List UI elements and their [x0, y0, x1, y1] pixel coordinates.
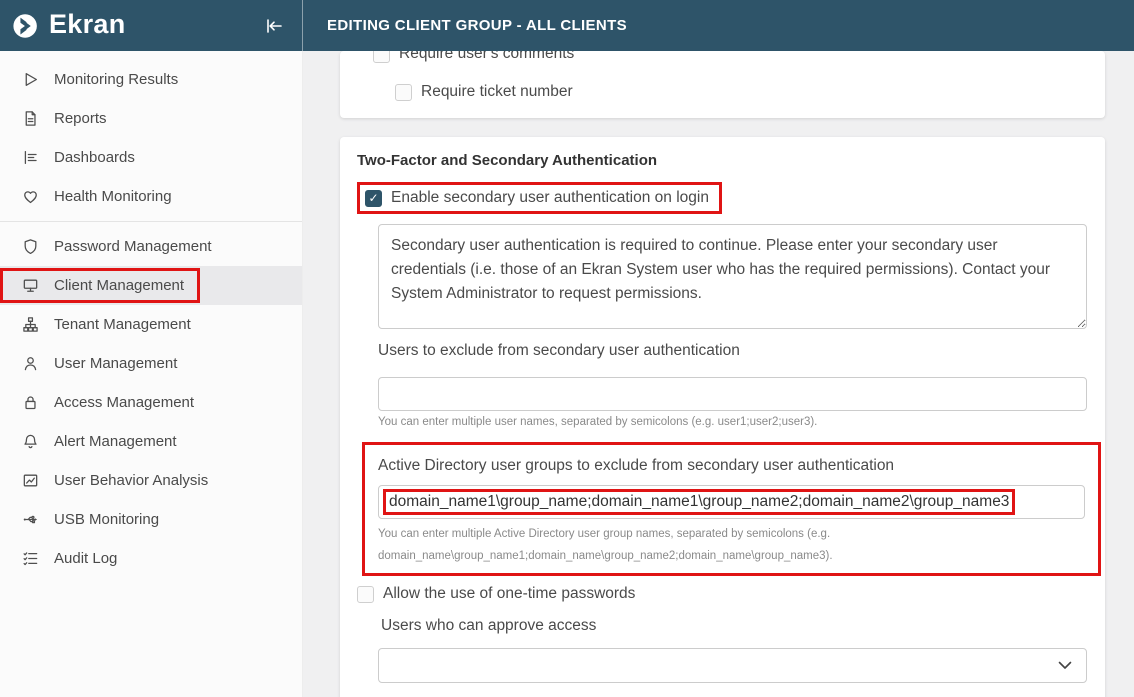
sidebar-item-label: Audit Log: [54, 550, 117, 567]
one-time-passwords-row: Allow the use of one-time passwords: [357, 585, 1087, 603]
one-time-passwords-checkbox[interactable]: [357, 586, 374, 603]
sidebar-item-label: Health Monitoring: [54, 188, 172, 205]
sidebar-item-usb-monitoring[interactable]: USB Monitoring: [0, 500, 302, 539]
ekran-app: Ekran EDITING CLIENT GROUP - ALL CLIENTS…: [0, 0, 1134, 697]
sidebar: Monitoring Results Reports Dashboards He…: [0, 51, 303, 697]
section-title: Two-Factor and Secondary Authentication: [357, 152, 1087, 169]
sidebar-divider: [0, 221, 302, 222]
sidebar-item-reports[interactable]: Reports: [0, 99, 302, 138]
sidebar-item-dashboards[interactable]: Dashboards: [0, 138, 302, 177]
sidebar-header: Ekran: [0, 0, 303, 51]
require-comments-checkbox[interactable]: [373, 51, 390, 63]
users-exclude-input[interactable]: [378, 377, 1087, 411]
approve-access-select[interactable]: [378, 648, 1087, 683]
ekran-logo[interactable]: Ekran: [12, 11, 126, 41]
sidebar-item-label: User Management: [54, 355, 177, 372]
ekran-logo-icon: [12, 11, 42, 41]
lock-icon: [21, 394, 39, 412]
dashboard-icon: [21, 149, 39, 167]
sidebar-item-label: Monitoring Results: [54, 71, 178, 88]
report-icon: [21, 110, 39, 128]
secondary-auth-message-textarea[interactable]: Secondary user authentication is require…: [378, 224, 1087, 329]
sidebar-item-label: User Behavior Analysis: [54, 472, 208, 489]
require-comments-row: Require user's comments: [373, 51, 1085, 63]
enable-secondary-auth-checkbox[interactable]: [365, 190, 382, 207]
audit-log-icon: [21, 550, 39, 568]
ad-groups-label: Active Directory user groups to exclude …: [378, 457, 1085, 475]
shield-icon: [21, 238, 39, 256]
heart-icon: [21, 188, 39, 206]
sidebar-item-user-behavior-analysis[interactable]: User Behavior Analysis: [0, 461, 302, 500]
collapse-sidebar-button[interactable]: [262, 15, 286, 37]
chevron-down-icon: [1058, 661, 1072, 670]
sidebar-item-alert-management[interactable]: Alert Management: [0, 422, 302, 461]
ad-groups-hint-line1: You can enter multiple Active Directory …: [378, 523, 1085, 545]
ad-groups-hint-line2: domain_name\group_name1;domain_name\grou…: [378, 545, 1085, 567]
chart-icon: [21, 472, 39, 490]
play-icon: [21, 71, 39, 89]
comments-settings-card: Require user's comments Require ticket n…: [340, 51, 1105, 118]
sidebar-item-monitoring-results[interactable]: Monitoring Results: [0, 60, 302, 99]
require-ticket-checkbox[interactable]: [395, 84, 412, 101]
page-title: EDITING CLIENT GROUP - ALL CLIENTS: [303, 0, 627, 51]
top-header: Ekran EDITING CLIENT GROUP - ALL CLIENTS: [0, 0, 1134, 51]
require-ticket-row: Require ticket number: [395, 83, 1085, 101]
sidebar-item-label: Dashboards: [54, 149, 135, 166]
sitemap-icon: [21, 316, 39, 334]
sidebar-item-audit-log[interactable]: Audit Log: [0, 539, 302, 578]
sidebar-item-label: Password Management: [54, 238, 212, 255]
sidebar-item-label: USB Monitoring: [54, 511, 159, 528]
sidebar-item-label: Alert Management: [54, 433, 177, 450]
sidebar-item-label: Tenant Management: [54, 316, 191, 333]
user-icon: [21, 355, 39, 373]
ad-groups-value-annotation: domain_name1\group_name;domain_name1\gro…: [383, 489, 1015, 515]
monitor-icon: [21, 277, 39, 295]
ad-groups-input[interactable]: domain_name1\group_name;domain_name1\gro…: [378, 485, 1085, 519]
approve-access-label: Users who can approve access: [381, 617, 1087, 635]
usb-icon: [21, 511, 39, 529]
require-comments-label: Require user's comments: [399, 51, 574, 63]
sidebar-item-user-management[interactable]: User Management: [0, 344, 302, 383]
require-ticket-label: Require ticket number: [421, 83, 573, 101]
content-area: Require user's comments Require ticket n…: [303, 51, 1134, 697]
enable-secondary-auth-annotation: Enable secondary user authentication on …: [357, 182, 722, 214]
users-exclude-label: Users to exclude from secondary user aut…: [378, 342, 1087, 360]
sidebar-item-access-management[interactable]: Access Management: [0, 383, 302, 422]
ekran-logo-text: Ekran: [49, 11, 126, 41]
users-exclude-hint: You can enter multiple user names, separ…: [378, 416, 1087, 428]
sidebar-item-health-monitoring[interactable]: Health Monitoring: [0, 177, 302, 216]
sidebar-item-tenant-management[interactable]: Tenant Management: [0, 305, 302, 344]
two-factor-auth-card: Two-Factor and Secondary Authentication …: [340, 137, 1105, 697]
sidebar-item-client-management[interactable]: Client Management: [0, 266, 302, 305]
collapse-sidebar-icon: [264, 17, 284, 35]
sidebar-item-password-management[interactable]: Password Management: [0, 227, 302, 266]
sidebar-item-label: Client Management: [54, 277, 184, 294]
bell-icon: [21, 433, 39, 451]
ad-groups-annotation: Active Directory user groups to exclude …: [362, 442, 1101, 576]
enable-secondary-auth-label: Enable secondary user authentication on …: [391, 189, 709, 207]
sidebar-item-label: Reports: [54, 110, 107, 127]
one-time-passwords-label: Allow the use of one-time passwords: [383, 585, 635, 603]
sidebar-item-label: Access Management: [54, 394, 194, 411]
